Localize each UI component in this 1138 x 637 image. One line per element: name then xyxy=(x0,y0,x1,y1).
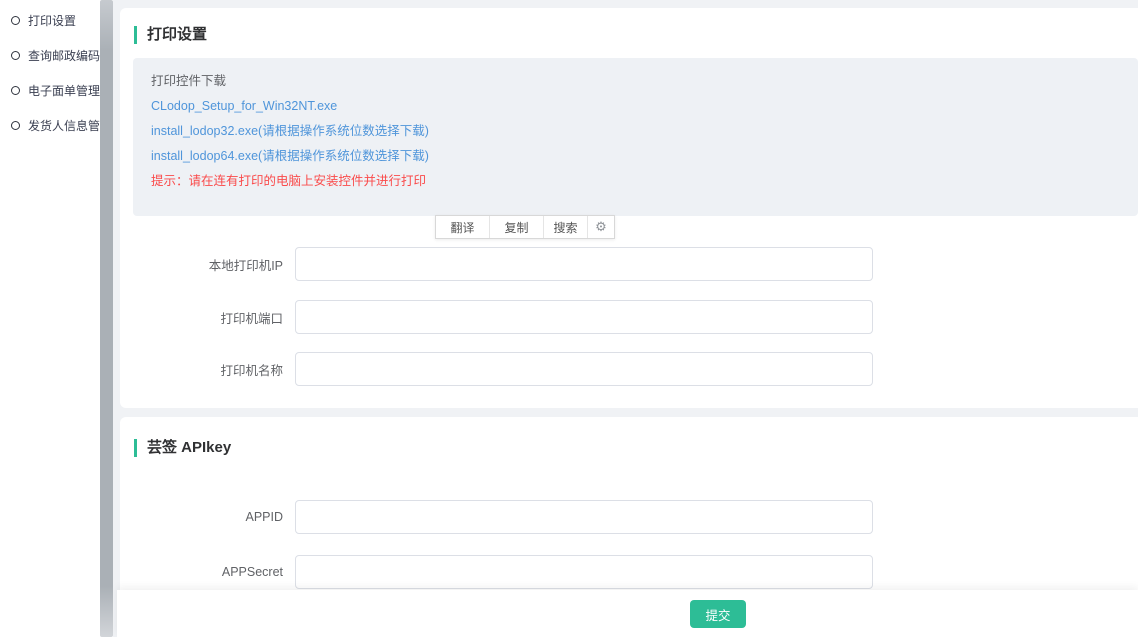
appsecret-input[interactable] xyxy=(295,555,873,589)
download-heading: 打印控件下载 xyxy=(151,75,1138,88)
sidebar-item-label: 查询邮政编码 xyxy=(28,47,100,64)
selection-context-menu: 翻译 复制 搜索 ⚙ xyxy=(435,215,615,239)
local-printer-ip-label: 本地打印机IP xyxy=(120,255,295,274)
sidebar-item-postal-code-query[interactable]: 查询邮政编码 xyxy=(0,38,100,73)
scrollbar[interactable] xyxy=(100,0,113,637)
download-link-lodop32[interactable]: install_lodop32.exe(请根据操作系统位数选择下载) xyxy=(151,125,429,138)
download-info-box: 打印控件下载 CLodop_Setup_for_Win32NT.exe inst… xyxy=(133,58,1138,216)
sidebar-item-label: 打印设置 xyxy=(28,12,76,29)
circle-icon xyxy=(11,86,20,95)
appid-label: APPID xyxy=(120,510,295,524)
submit-button[interactable]: 提交 xyxy=(690,600,746,628)
download-link-lodop64[interactable]: install_lodop64.exe(请根据操作系统位数选择下载) xyxy=(151,150,429,163)
appid-input[interactable] xyxy=(295,500,873,534)
appsecret-label: APPSecret xyxy=(120,565,295,579)
sidebar-item-shipper-info-management[interactable]: 发货人信息管理 xyxy=(0,108,100,143)
circle-icon xyxy=(11,16,20,25)
printer-port-label: 打印机端口 xyxy=(120,308,295,327)
copy-menu-item[interactable]: 复制 xyxy=(490,216,544,238)
circle-icon xyxy=(11,51,20,60)
sidebar-item-ewaybill-management[interactable]: 电子面单管理 xyxy=(0,73,100,108)
printer-name-label: 打印机名称 xyxy=(120,360,295,379)
footer-bar: 提交 xyxy=(117,590,1138,637)
main-content: 打印设置 打印控件下载 CLodop_Setup_for_Win32NT.exe… xyxy=(113,0,1138,637)
print-settings-card: 打印设置 打印控件下载 CLodop_Setup_for_Win32NT.exe… xyxy=(120,8,1138,408)
gear-icon[interactable]: ⚙ xyxy=(588,216,614,238)
printer-name-input[interactable] xyxy=(295,352,873,386)
search-menu-item[interactable]: 搜索 xyxy=(544,216,588,238)
form-row: 打印机名称 xyxy=(120,352,873,386)
form-row: APPSecret xyxy=(120,555,873,589)
sidebar: 打印设置 查询邮政编码 电子面单管理 发货人信息管理 xyxy=(0,0,100,637)
sidebar-item-print-settings[interactable]: 打印设置 xyxy=(0,3,100,38)
page-title: 打印设置 xyxy=(134,26,207,44)
download-link-clodop[interactable]: CLodop_Setup_for_Win32NT.exe xyxy=(151,100,337,113)
local-printer-ip-input[interactable] xyxy=(295,247,873,281)
sidebar-item-label: 电子面单管理 xyxy=(28,82,100,99)
printer-port-input[interactable] xyxy=(295,300,873,334)
circle-icon xyxy=(11,121,20,130)
apikey-section-title: 芸签 APIkey xyxy=(134,439,231,457)
form-row: 打印机端口 xyxy=(120,300,873,334)
page: 打印设置 查询邮政编码 电子面单管理 发货人信息管理 打印设置 打印控件下载 C… xyxy=(0,0,1138,637)
form-row: APPID xyxy=(120,500,873,534)
form-row: 本地打印机IP xyxy=(120,247,873,281)
install-tip: 提示：请在连有打印的电脑上安装控件并进行打印 xyxy=(151,175,1138,188)
translate-menu-item[interactable]: 翻译 xyxy=(436,216,490,238)
